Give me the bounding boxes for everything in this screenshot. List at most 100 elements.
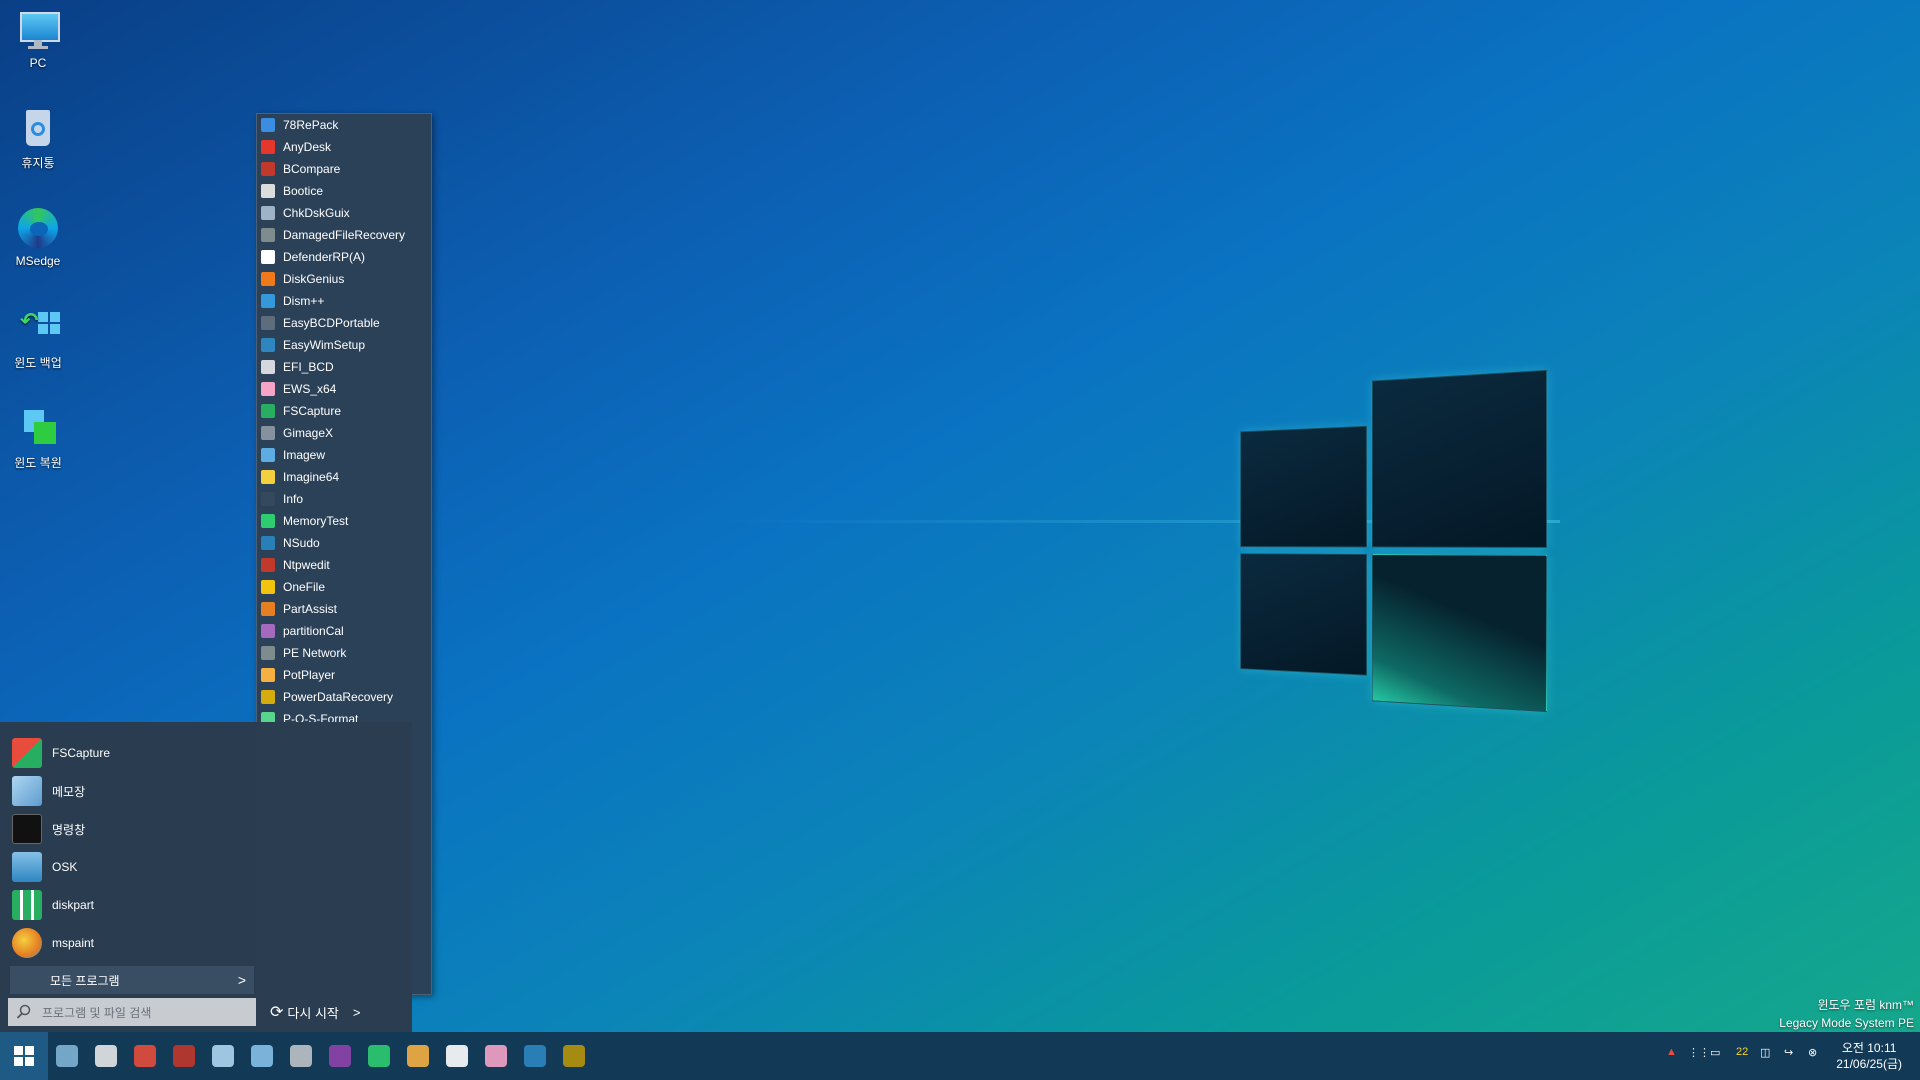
program-item[interactable]: Imagew — [257, 444, 431, 466]
program-icon — [261, 360, 275, 374]
program-item[interactable]: DiskGenius — [257, 268, 431, 290]
program-item[interactable]: DefenderRP(A) — [257, 246, 431, 268]
refresh-icon[interactable] — [364, 1041, 394, 1071]
program-item[interactable]: PotPlayer — [257, 664, 431, 686]
watermark-line-2: Legacy Mode System PE — [1779, 1016, 1914, 1030]
pinned-item-mspaint[interactable]: mspaint — [12, 926, 94, 960]
program-label: PartAssist — [283, 602, 338, 616]
start-button[interactable] — [0, 1032, 48, 1080]
program-item[interactable]: GimageX — [257, 422, 431, 444]
pc-network-icon[interactable]: ▭ — [1710, 1046, 1720, 1059]
program-item[interactable]: PE Network — [257, 642, 431, 664]
pinned-item-fscapture[interactable]: FSCapture — [12, 736, 110, 770]
program-icon — [261, 316, 275, 330]
media-icon[interactable] — [325, 1041, 355, 1071]
desktop-icon-label: 휴지통 — [21, 156, 55, 170]
shield-icon[interactable] — [442, 1041, 472, 1071]
pinned-item-diskpart[interactable]: diskpart — [12, 888, 94, 922]
program-label: PowerDataRecovery — [283, 690, 394, 704]
keyboard-icon[interactable] — [481, 1041, 511, 1071]
program-item[interactable]: EasyBCDPortable — [257, 312, 431, 334]
desktop-icon-label: 윈도 백업 — [14, 356, 62, 370]
program-label: DefenderRP(A) — [283, 250, 366, 264]
program-label: Info — [283, 492, 304, 506]
windows-logo-wallpaper — [1240, 369, 1547, 713]
close-circle-icon[interactable]: ⊗ — [1808, 1046, 1817, 1059]
pinned-item-osk[interactable]: OSK — [12, 850, 77, 884]
program-item[interactable]: partitionCal — [257, 620, 431, 642]
program-item[interactable]: ChkDskGuix — [257, 202, 431, 224]
program-icon — [261, 206, 275, 220]
backup-icon: ↶ — [16, 306, 60, 350]
monitor-chart-icon[interactable] — [52, 1041, 82, 1071]
program-label: OneFile — [283, 580, 326, 594]
program-icon — [261, 184, 275, 198]
disk-genius-icon[interactable] — [130, 1041, 160, 1071]
chevron-right-icon[interactable]: > — [353, 1005, 361, 1020]
window-copy-icon[interactable] — [247, 1041, 277, 1071]
desktop-icon-msedge[interactable]: MSedge — [6, 206, 70, 268]
partition-icon[interactable] — [169, 1041, 199, 1071]
program-item[interactable]: OneFile — [257, 576, 431, 598]
pinned-item-cmd[interactable]: 명령창 — [12, 812, 85, 846]
pinned-item-label: mspaint — [52, 936, 95, 950]
file-icon[interactable] — [208, 1041, 238, 1071]
desktop-icon-backup[interactable]: ↶ 윈도 백업 — [6, 306, 70, 371]
desktop-icon-restore[interactable]: 윈도 복원 — [6, 406, 70, 471]
program-item[interactable]: 78RePack — [257, 114, 431, 136]
program-item[interactable]: Ntpwedit — [257, 554, 431, 576]
desktop-icon-recycle-bin[interactable]: 휴지통 — [6, 106, 70, 171]
program-icon — [261, 602, 275, 616]
program-item[interactable]: Imagine64 — [257, 466, 431, 488]
program-item[interactable]: MemoryTest — [257, 510, 431, 532]
tools-icon[interactable] — [286, 1041, 316, 1071]
program-label: MemoryTest — [283, 514, 349, 528]
program-item[interactable]: PowerDataRecovery — [257, 686, 431, 708]
start-menu: FSCapture 메모장 명령창 OSK diskpart mspaint 모… — [0, 722, 412, 1032]
program-icon — [261, 426, 275, 440]
program-item[interactable]: Dism++ — [257, 290, 431, 312]
desktop-icon-pc[interactable]: PC — [6, 8, 70, 70]
program-icon — [261, 404, 275, 418]
start-menu-left-pane: FSCapture 메모장 명령창 OSK diskpart mspaint 모… — [0, 722, 256, 1032]
explorer-icon[interactable] — [403, 1041, 433, 1071]
program-item[interactable]: EWS_x64 — [257, 378, 431, 400]
pinned-item-notepad[interactable]: 메모장 — [12, 774, 85, 808]
program-item[interactable]: DamagedFileRecovery — [257, 224, 431, 246]
program-icon — [261, 294, 275, 308]
clock-date: 21/06/25(금) — [1836, 1057, 1902, 1071]
all-programs-button[interactable]: 모든 프로그램 > — [10, 966, 254, 994]
edge-icon — [16, 206, 60, 250]
chat-icon[interactable]: ◫ — [1760, 1046, 1770, 1059]
tray-number[interactable]: 22 — [1736, 1046, 1748, 1058]
program-icon — [261, 580, 275, 594]
program-item[interactable]: Info — [257, 488, 431, 510]
phone-icon[interactable] — [520, 1041, 550, 1071]
program-item[interactable]: BCompare — [257, 158, 431, 180]
network-bars-icon[interactable]: ⋮⋮ — [1688, 1046, 1710, 1059]
diamond-icon[interactable] — [91, 1041, 121, 1071]
program-icon — [261, 272, 275, 286]
search-box[interactable]: 프로그램 및 파일 검색 — [8, 998, 256, 1026]
paint-palette-icon — [12, 928, 42, 958]
clock[interactable]: 오전 10:11 21/06/25(금) — [1836, 1040, 1902, 1072]
program-icon — [261, 382, 275, 396]
keyboard-icon — [12, 852, 42, 882]
program-item[interactable]: PartAssist — [257, 598, 431, 620]
pinned-item-label: diskpart — [52, 898, 95, 912]
program-label: FSCapture — [283, 404, 342, 418]
pinned-item-label: OSK — [52, 860, 78, 874]
program-item[interactable]: FSCapture — [257, 400, 431, 422]
program-item[interactable]: NSudo — [257, 532, 431, 554]
card-icon[interactable] — [559, 1041, 589, 1071]
chevron-right-icon: > — [237, 972, 246, 988]
program-item[interactable]: AnyDesk — [257, 136, 431, 158]
program-item[interactable]: EasyWimSetup — [257, 334, 431, 356]
program-icon — [261, 536, 275, 550]
restart-button[interactable]: ⟳ 다시 시작 > — [270, 998, 360, 1026]
share-arrow-icon[interactable]: ↪ — [1784, 1046, 1793, 1059]
program-icon — [261, 690, 275, 704]
program-item[interactable]: Bootice — [257, 180, 431, 202]
alert-icon[interactable]: ▲ — [1666, 1046, 1677, 1058]
program-item[interactable]: EFI_BCD — [257, 356, 431, 378]
